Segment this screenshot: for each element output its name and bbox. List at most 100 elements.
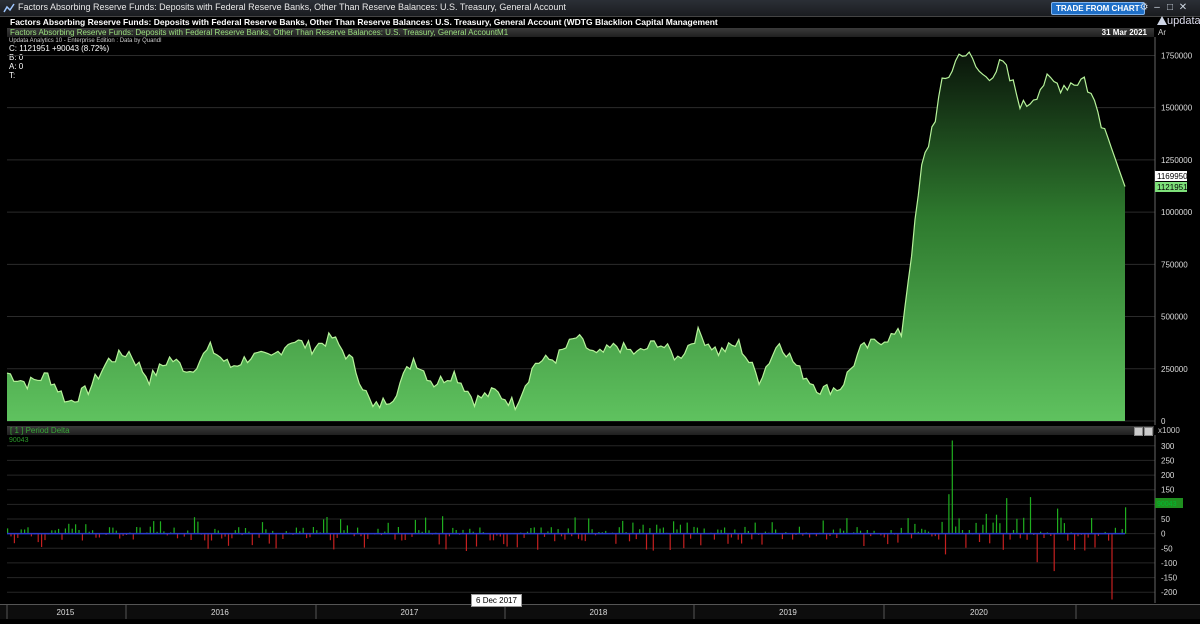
delta-bar [618,527,620,534]
delta-bar [703,528,705,534]
delta-bar [751,533,753,540]
delta-bar [958,518,960,534]
cursor-date-label: 6 Dec 2017 [471,594,522,607]
y-tick-label: 250000 [1161,365,1188,374]
delta-bar [999,523,1001,534]
delta-bar [771,522,773,534]
window-title: Factors Absorbing Reserve Funds: Deposit… [18,2,566,12]
main-panel-header: Factors Absorbing Reserve Funds: Deposit… [7,28,1154,37]
delta-bar [251,533,253,546]
year-label-2018: 2018 [590,608,608,617]
delta-bar [68,523,70,534]
delta-bar [173,527,175,534]
delta-bar [567,528,569,534]
delta-bar [700,533,702,546]
delta-y-tick-label: 50 [1161,515,1170,524]
delta-bar [944,533,947,555]
delta-bar [404,533,406,540]
delta-bar [227,533,230,546]
delta-bar [244,528,247,534]
delta-bar [679,524,681,534]
delta-bar [479,527,481,534]
delta-bar [414,519,416,534]
delta-bar [622,520,624,534]
delta-bar [1067,533,1069,541]
delta-bar [425,517,427,534]
delta-bar [822,520,824,534]
delta-bar [673,521,675,534]
delta-bar [914,523,916,534]
delta-bar [340,519,342,534]
delta-bar [693,526,695,534]
delta-y-tick-label: 0 [1161,530,1166,539]
delta-bar [367,533,369,539]
delta-bar [635,533,637,540]
delta-bar [1084,533,1086,551]
delta-bar [581,533,583,541]
delta-bar [139,527,141,534]
main-panel-flag: M1 [497,28,509,37]
delta-bar [941,521,943,534]
globe-icon[interactable]: ○ [1126,2,1136,13]
delta-bar [1053,533,1055,572]
delta-bar [112,527,114,534]
delta-bar [951,440,953,534]
delta-bar [13,533,15,544]
delta-bar [744,526,746,534]
delta-bar [533,527,535,534]
settings-icon[interactable]: ⚙ [1139,2,1149,13]
updata-logo-icon [1157,16,1167,25]
close-icon[interactable]: ✕ [1178,2,1188,13]
delta-bar [975,522,977,534]
y-tick-label: 1000000 [1161,208,1193,217]
delta-y-tick-label: 300 [1161,442,1175,451]
window-controls: ○ ⚙ – □ ✕ [1126,2,1188,13]
delta-bar [295,527,297,534]
delta-bar [81,533,83,541]
delta-bar [492,533,495,541]
y-tick-label: 1500000 [1161,104,1193,113]
delta-bar [1029,497,1032,534]
chart-subtitle: Factors Absorbing Reserve Funds: Deposit… [10,17,718,27]
delta-bar [394,533,396,540]
delta-bar [268,533,270,544]
delta-bar [645,533,648,550]
delta-bar [727,533,729,544]
maximize-icon[interactable]: □ [1165,2,1175,13]
delta-bar [656,524,658,534]
delta-bar [326,517,328,534]
main-area-chart[interactable]: 0 250000 500000 750000 1000000 1250000 1500000… [0,37,1200,425]
year-label-2019: 2019 [779,608,797,617]
delta-bar [1094,533,1096,548]
delta-bar [1060,517,1062,534]
delta-bar [686,522,688,534]
brand-name: updata [1167,15,1200,27]
minimize-icon[interactable]: – [1152,2,1162,13]
delta-bar [282,533,284,539]
delta-bar [323,519,325,534]
delta-bar [584,533,586,542]
delta-bar [1036,533,1038,563]
delta-bar [669,533,671,550]
delta-bar [642,524,644,534]
lower-panel-name: [ 1 ] Period Delta [10,426,70,435]
delta-bar [662,527,664,534]
delta-bar [1125,507,1127,534]
delta-bar [1016,518,1018,534]
delta-bar [329,533,331,541]
delta-bar [724,527,726,534]
delta-bar [1002,533,1004,550]
time-axis[interactable]: 2015 2016 2017 2018 2019 2020 [0,604,1200,619]
period-delta-chart[interactable]: -200-150-100-50050100150200250300 90043 [0,435,1200,603]
delta-bar [136,527,138,534]
delta-bar [475,533,478,547]
delta-bar [312,527,314,534]
delta-bar [333,533,335,550]
delta-bar [489,533,491,541]
delta-bar [159,521,162,534]
delta-bar [554,533,556,542]
delta-bar [856,527,858,534]
delta-bar [401,533,403,541]
delta-bar [550,527,552,534]
delta-bar [438,533,440,545]
